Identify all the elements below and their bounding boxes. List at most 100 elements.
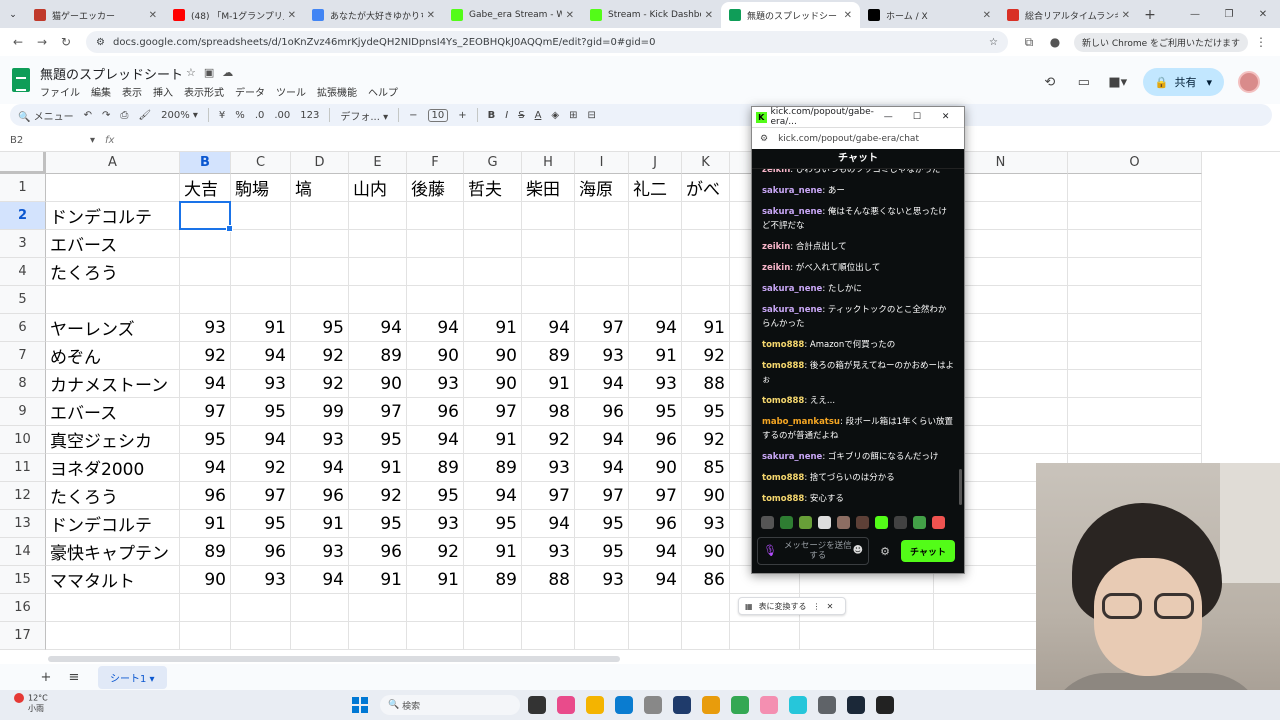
chat-username[interactable]: zeikin (762, 263, 790, 273)
grid-cell[interactable]: 93 (407, 510, 464, 538)
grid-cell[interactable]: 88 (522, 566, 575, 594)
grid-cell[interactable]: 95 (682, 398, 730, 426)
grid-cell[interactable]: 90 (682, 538, 730, 566)
grid-cell[interactable]: 88 (682, 370, 730, 398)
store-icon[interactable] (644, 696, 662, 714)
bold-icon[interactable]: B (488, 110, 496, 121)
grid-cell[interactable]: 94 (407, 314, 464, 342)
grid-cell[interactable]: ドンデコルテ (46, 510, 180, 538)
close-window-icon[interactable]: ✕ (1246, 9, 1280, 20)
grid-cell[interactable] (407, 202, 464, 230)
grid-cell[interactable] (349, 594, 407, 622)
grid-cell[interactable]: ママタルト (46, 566, 180, 594)
grid-cell[interactable]: 駒場 (231, 174, 291, 202)
grid-cell[interactable] (522, 622, 575, 650)
grid-cell[interactable]: 豪快キャプテン (46, 538, 180, 566)
row-header[interactable]: 1 (0, 174, 46, 202)
grid-cell[interactable] (180, 258, 231, 286)
grid-cell[interactable]: ドンデコルテ (46, 202, 180, 230)
new-tab-button[interactable]: + (1138, 2, 1162, 28)
browser-tab[interactable]: あなたが大好きゆかりちゃん ✕ (304, 2, 443, 28)
tab-close-icon[interactable]: ✕ (427, 10, 435, 21)
grid-cell[interactable] (1068, 230, 1202, 258)
grid-cell[interactable] (800, 622, 934, 650)
chat-username[interactable]: tomo888 (762, 340, 804, 350)
grid-cell[interactable] (1068, 258, 1202, 286)
grid-cell[interactable] (464, 622, 522, 650)
horizontal-scrollbar[interactable] (48, 656, 620, 662)
zoom-select[interactable]: 200% ▾ (161, 110, 198, 121)
undo-icon[interactable]: ↶ (84, 110, 92, 121)
grid-cell[interactable] (407, 258, 464, 286)
column-header[interactable]: E (349, 152, 407, 174)
grid-cell[interactable]: 93 (522, 538, 575, 566)
grid-cell[interactable]: 94 (407, 426, 464, 454)
menu-item[interactable]: 挿入 (153, 84, 173, 99)
grid-cell[interactable]: 90 (349, 370, 407, 398)
grid-cell[interactable]: 94 (231, 342, 291, 370)
grid-cell[interactable] (231, 286, 291, 314)
grid-cell[interactable]: 89 (180, 538, 231, 566)
name-box[interactable]: B2 (0, 135, 90, 146)
grid-cell[interactable] (46, 286, 180, 314)
row-header[interactable]: 17 (0, 622, 46, 650)
grid-cell[interactable]: 92 (291, 370, 349, 398)
menu-search[interactable]: 🔍 メニュー (18, 108, 74, 123)
redo-icon[interactable]: ↷ (102, 110, 110, 121)
grid-cell[interactable] (522, 202, 575, 230)
app-icon[interactable] (673, 696, 691, 714)
grid-cell[interactable]: 95 (349, 426, 407, 454)
sheet-tab[interactable]: シート1 ▾ (98, 665, 167, 689)
app-icon[interactable] (876, 696, 894, 714)
grid-cell[interactable]: 94 (349, 314, 407, 342)
emote-icon[interactable] (799, 515, 812, 529)
column-header[interactable]: K (682, 152, 730, 174)
chat-message-input[interactable]: 🎙 メッセージを送信する ☻ (757, 537, 869, 565)
grid-cell[interactable]: 94 (522, 314, 575, 342)
chat-username[interactable]: zeikin (762, 169, 790, 175)
grid-cell[interactable]: 93 (407, 370, 464, 398)
grid-cell[interactable]: 94 (629, 566, 682, 594)
grid-cell[interactable]: 93 (291, 538, 349, 566)
grid-cell[interactable]: 94 (629, 314, 682, 342)
grid-cell[interactable] (407, 622, 464, 650)
grid-cell[interactable] (231, 230, 291, 258)
grid-cell[interactable] (291, 622, 349, 650)
grid-cell[interactable] (46, 622, 180, 650)
grid-cell[interactable]: 97 (629, 482, 682, 510)
grid-cell[interactable]: 86 (682, 566, 730, 594)
column-header[interactable]: O (1068, 152, 1202, 174)
grid-cell[interactable]: 94 (522, 510, 575, 538)
browser-tab[interactable]: 総合リアルタイムランキング | ✕ (999, 2, 1138, 28)
steam-icon[interactable] (847, 696, 865, 714)
font-size-decrease-icon[interactable]: − (409, 110, 417, 121)
merge-cells-icon[interactable]: ⊟ (588, 110, 596, 121)
menu-item[interactable]: ツール (276, 84, 306, 99)
grid-cell[interactable] (231, 202, 291, 230)
grid-cell[interactable]: 96 (407, 398, 464, 426)
bookmark-star-icon[interactable]: ☆ (989, 37, 998, 48)
grid-cell[interactable]: 91 (407, 566, 464, 594)
currency-format-button[interactable]: ¥ (219, 110, 225, 121)
grid-cell[interactable] (575, 622, 629, 650)
convert-to-table-chip[interactable]: ▦ 表に変換する ⋮ ✕ (738, 597, 847, 615)
tab-close-icon[interactable]: ✕ (288, 10, 296, 21)
task-view-icon[interactable] (528, 696, 546, 714)
grid-cell[interactable] (407, 230, 464, 258)
grid-cell[interactable]: ヤーレンズ (46, 314, 180, 342)
row-header[interactable]: 4 (0, 258, 46, 286)
font-select[interactable]: デフォ... ▾ (340, 108, 388, 123)
grid-cell[interactable] (1068, 398, 1202, 426)
strikethrough-icon[interactable]: S (518, 110, 524, 121)
all-sheets-icon[interactable]: ≡ (60, 670, 88, 685)
grid-cell[interactable]: 95 (349, 510, 407, 538)
grid-cell[interactable]: 96 (575, 398, 629, 426)
menu-item[interactable]: データ (235, 84, 265, 99)
grid-cell[interactable]: 哲夫 (464, 174, 522, 202)
column-header[interactable]: B (180, 152, 231, 174)
grid-cell[interactable] (291, 258, 349, 286)
forward-icon[interactable]: → (30, 35, 54, 49)
grid-cell[interactable] (1068, 426, 1202, 454)
menu-item[interactable]: 拡張機能 (317, 84, 357, 99)
grid-cell[interactable]: 93 (522, 454, 575, 482)
